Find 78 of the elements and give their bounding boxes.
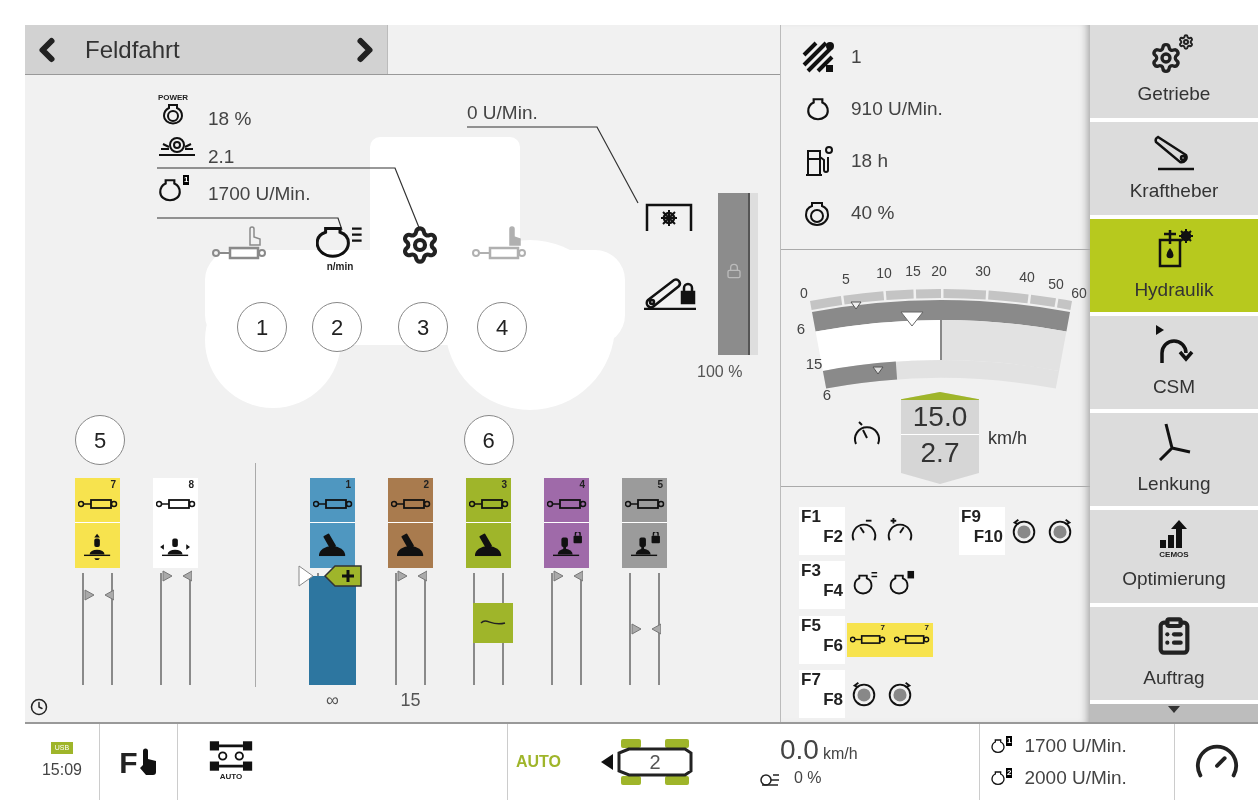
steering-program-button[interactable]: 2 (601, 739, 696, 785)
function-key-label: F9 F10 (959, 507, 1005, 555)
cylinder-icon (312, 498, 353, 510)
ground-speed: 0.0 (780, 734, 819, 765)
scale-label: 30 (975, 263, 991, 279)
actual-speed: 2.7 (920, 436, 960, 470)
left-pointer-icon (601, 754, 614, 770)
scale-label: 6 (822, 386, 832, 403)
scale-label: 10 (876, 265, 892, 281)
valve-card[interactable]: 7 (75, 478, 120, 568)
cylinder-icon (546, 498, 587, 510)
gear-icon (400, 225, 440, 265)
wheel-slip: 0 % (794, 767, 822, 788)
valve-card[interactable]: 4 (544, 478, 589, 568)
float-mode-icon (473, 603, 513, 643)
speed-unit: km/h (822, 743, 858, 764)
readout-value: 18 % (208, 107, 252, 131)
valve-number: 7 (110, 479, 116, 491)
valve-card[interactable]: 1 (310, 478, 355, 568)
valve-card[interactable]: 2 (388, 478, 433, 568)
readout-value: 2.1 (208, 145, 235, 169)
cylinder-icon (77, 498, 118, 510)
pto-gear-icon (645, 203, 693, 231)
cylinder-icon (390, 498, 431, 510)
mode-title: Feldfahrt (85, 34, 181, 65)
group-number: 6 (463, 415, 514, 465)
speed-unit: km/h (988, 427, 1027, 450)
clock-time: 15:09 (41, 760, 82, 780)
scroll-down-icon (1168, 706, 1180, 714)
info-value: 1 (851, 44, 862, 69)
ballast-icon (802, 41, 834, 73)
info-value: 910 U/Min. (851, 96, 943, 121)
info-value: 40 % (851, 200, 895, 225)
scale-label: 5 (842, 271, 850, 287)
scale-label: 20 (931, 263, 947, 279)
scale-label: 6 (796, 320, 806, 337)
valve-number: 5 (657, 479, 663, 491)
cylinder-icon (624, 498, 665, 510)
function-key-label: F5 F6 (799, 615, 845, 664)
valve-number: 1 (345, 479, 351, 491)
scale-label: 40 (1019, 269, 1035, 285)
lift-reading: 100 % (697, 362, 743, 382)
scale-label: 0 (800, 285, 808, 301)
set-speed: 15.0 (912, 400, 968, 434)
valve-card[interactable]: 5 (622, 478, 667, 568)
scale-label: 60 (1071, 285, 1087, 301)
pto-speed: 0 U/Min. (467, 101, 538, 125)
engine-speed: 2000 U/Min. (1024, 766, 1127, 790)
readout-value: 1700 U/Min. (208, 182, 311, 206)
clock-icon (30, 698, 48, 716)
pointing-hand-icon (137, 748, 158, 776)
function-hand-button[interactable]: F (100, 724, 178, 800)
valve-footer: 15 (400, 686, 421, 714)
highlighted-function-icons[interactable]: 7 7 (847, 622, 933, 657)
lock-icon (726, 263, 742, 279)
valve-number: 3 (501, 479, 507, 491)
mode-header[interactable]: Feldfahrt (25, 25, 387, 74)
engine-speed: 1700 U/Min. (1024, 733, 1127, 758)
info-value: 18 h (851, 148, 888, 173)
bale-icon (157, 135, 197, 157)
steering-mode: AUTO (516, 752, 562, 772)
function-key-label: F3 F4 (799, 561, 845, 610)
valve-number: 8 (188, 479, 194, 491)
valve-footer: ∞ (326, 686, 339, 714)
cylinder-icon (155, 498, 196, 510)
valve-number: 2 (423, 479, 429, 491)
scale-label: 50 (1048, 276, 1064, 292)
valve-card[interactable]: 8 (153, 478, 198, 568)
group-number: 5 (75, 415, 125, 465)
cylinder-icon (468, 498, 509, 510)
function-key-label: F7 F8 (799, 669, 845, 718)
function-key-label: F1 F2 (799, 507, 845, 555)
all-wheel-drive-button[interactable]: AUTO (208, 741, 254, 783)
valve-number: 4 (579, 479, 585, 491)
flow-marker-icon (297, 563, 363, 590)
valve-card[interactable]: 3 (466, 478, 511, 568)
scale-label: 15 (905, 263, 921, 279)
scale-label: 15 (805, 355, 823, 372)
